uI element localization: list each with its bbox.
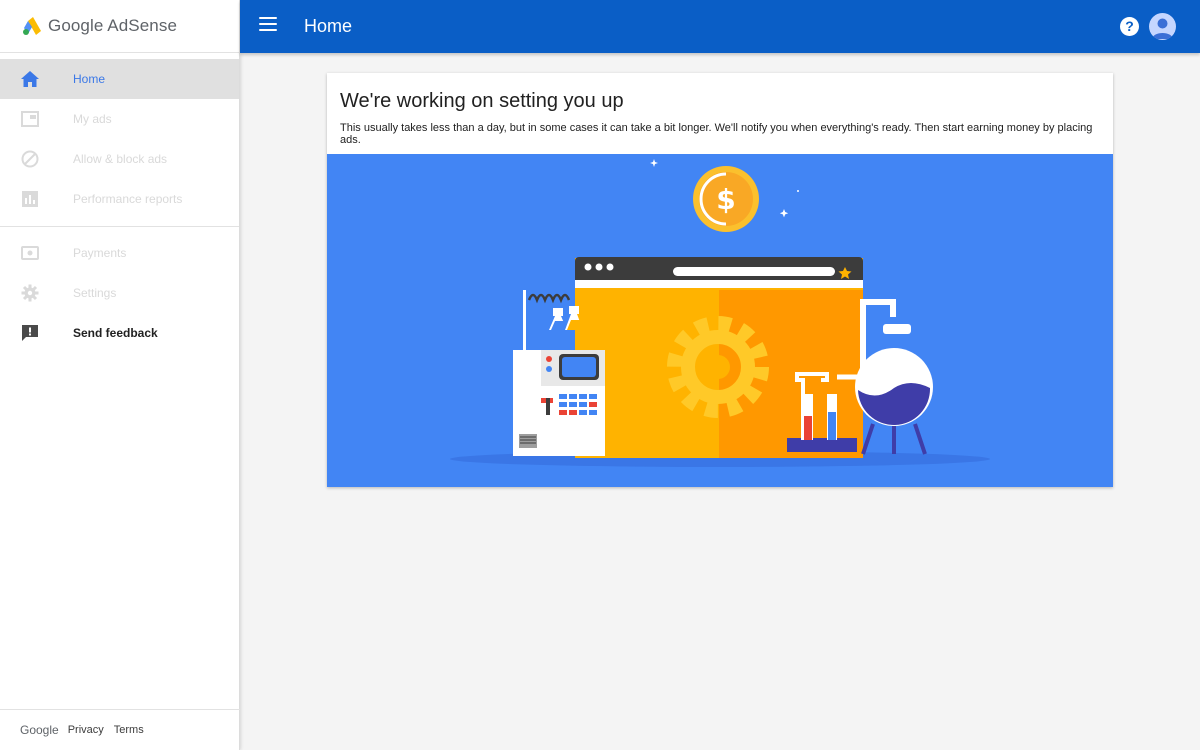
- sidebar-item-label: Performance reports: [73, 192, 183, 206]
- setup-illustration: $: [327, 154, 1113, 487]
- browser-window: [575, 257, 863, 458]
- gear-icon: [667, 316, 769, 418]
- gear-icon: [20, 283, 40, 303]
- sidebar-item-label: Settings: [73, 286, 117, 300]
- sidebar-item-label: Payments: [73, 246, 127, 260]
- page-title: Home: [304, 16, 353, 36]
- hamburger-menu-icon[interactable]: [259, 17, 277, 35]
- coin-icon: $: [693, 166, 759, 232]
- sidebar-item-home[interactable]: Home: [0, 59, 239, 99]
- coin-symbol: $: [716, 183, 735, 216]
- sidebar-item-label: Send feedback: [73, 326, 158, 340]
- google-footer-logo: Google: [20, 723, 59, 737]
- home-icon: [20, 69, 40, 89]
- top-app-bar: Home ?: [240, 0, 1200, 53]
- sidebar-item-label: Home: [73, 72, 106, 86]
- block-icon: [20, 149, 40, 169]
- sidebar-item-label: Allow & block ads: [73, 152, 168, 166]
- avatar[interactable]: [1149, 13, 1176, 40]
- adsense-logo[interactable]: Google AdSense: [0, 0, 239, 53]
- sidebar-item-settings[interactable]: Settings: [0, 273, 239, 313]
- help-icon[interactable]: ?: [1120, 17, 1139, 36]
- sidebar-item-my-ads[interactable]: My ads: [0, 99, 239, 139]
- bar-chart-icon: [20, 189, 40, 209]
- setup-status-card: We're working on setting you up This usu…: [327, 73, 1113, 487]
- adsense-logo-icon: [23, 17, 41, 35]
- feedback-icon: [20, 323, 40, 343]
- terms-link[interactable]: Terms: [114, 724, 144, 736]
- sidebar-item-performance-reports[interactable]: Performance reports: [0, 179, 239, 219]
- brand-name: Google AdSense: [48, 16, 177, 35]
- ad-unit-icon: [20, 109, 40, 129]
- card-title: We're working on setting you up: [340, 90, 624, 112]
- nav-divider: [0, 226, 239, 227]
- sidebar-item-payments[interactable]: Payments: [0, 233, 239, 273]
- sidebar-item-label: My ads: [73, 112, 112, 126]
- account-icon: [1152, 18, 1173, 39]
- sidebar-item-send-feedback[interactable]: Send feedback: [0, 313, 239, 353]
- privacy-link[interactable]: Privacy: [68, 724, 104, 736]
- card-subtitle: This usually takes less than a day, but …: [340, 122, 1093, 146]
- sidebar-item-allow-block-ads[interactable]: Allow & block ads: [0, 139, 239, 179]
- payment-icon: [20, 243, 40, 263]
- sidebar-footer: Google Privacy Terms: [0, 709, 240, 750]
- sidebar: Google AdSense Home My ads Allow & block…: [0, 0, 240, 750]
